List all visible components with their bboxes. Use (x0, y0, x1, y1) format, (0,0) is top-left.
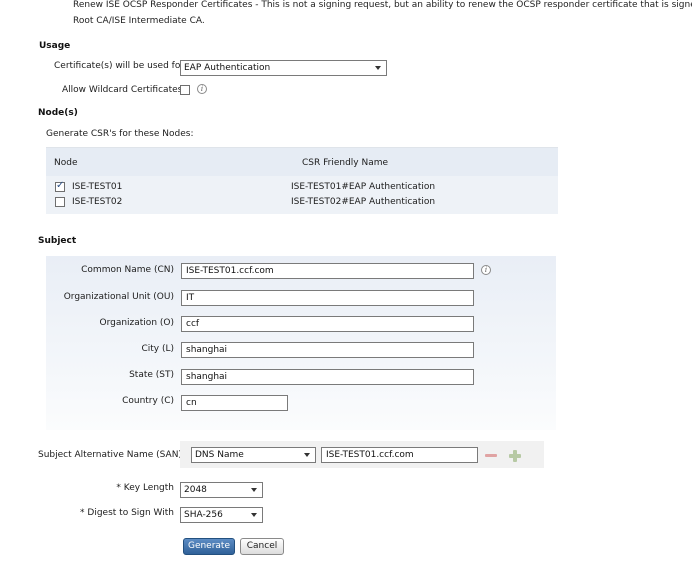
city-input[interactable]: shanghai (181, 342, 474, 358)
key-length-select[interactable]: 2048 (180, 482, 263, 498)
nodes-table: Node CSR Friendly Name ✓ ISE-TEST01 ISE-… (46, 147, 558, 214)
used-for-label: Certificate(s) will be used for (54, 61, 185, 71)
org-unit-label: Organizational Unit (OU) (63, 292, 174, 302)
intro-line-2: Root CA/ISE Intermediate CA. (73, 16, 205, 26)
intro-text: • Renew ISE OCSP Responder Certificates … (73, 0, 692, 29)
state-label: State (ST) (129, 370, 174, 380)
org-unit-input[interactable]: IT (181, 290, 474, 306)
san-label: Subject Alternative Name (SAN) (38, 450, 182, 460)
nodes-title: Node(s) (38, 108, 78, 118)
used-for-value: EAP Authentication (184, 63, 271, 73)
digest-select[interactable]: SHA-256 (180, 507, 263, 523)
checkmark-icon: ✓ (56, 180, 65, 191)
generate-button[interactable]: Generate (183, 538, 235, 555)
dropdown-arrow-icon (251, 513, 257, 517)
remove-san-icon[interactable] (485, 454, 497, 457)
dropdown-arrow-icon (251, 488, 257, 492)
intro-line-1: Renew ISE OCSP Responder Certificates - … (73, 0, 692, 10)
used-for-select[interactable]: EAP Authentication (180, 60, 387, 76)
add-san-icon[interactable] (509, 450, 521, 462)
common-name-label: Common Name (CN) (81, 265, 174, 275)
cancel-button[interactable]: Cancel (240, 538, 284, 555)
usage-title: Usage (39, 41, 71, 51)
organization-input[interactable]: ccf (181, 316, 474, 332)
san-type-select[interactable]: DNS Name (191, 447, 316, 463)
wildcard-checkbox[interactable] (180, 85, 190, 95)
organization-label: Organization (O) (99, 318, 174, 328)
country-label: Country (C) (122, 396, 174, 406)
subject-title: Subject (38, 236, 77, 246)
node-name: ISE-TEST02 (72, 197, 123, 207)
nodes-subtitle: Generate CSR's for these Nodes: (46, 129, 194, 139)
country-input[interactable]: cn (181, 395, 288, 411)
col-node-header: Node (54, 158, 78, 168)
state-input[interactable]: shanghai (181, 369, 474, 385)
wildcard-label: Allow Wildcard Certificates (62, 85, 183, 95)
digest-value: SHA-256 (184, 510, 223, 520)
node-checkbox-ise-test01[interactable]: ✓ (55, 180, 65, 192)
info-icon[interactable]: i (481, 265, 491, 275)
san-value-input[interactable]: ISE-TEST01.ccf.com (321, 447, 478, 463)
city-label: City (L) (141, 344, 174, 354)
col-csr-header: CSR Friendly Name (302, 158, 389, 168)
info-icon[interactable]: i (197, 84, 207, 94)
key-length-value: 2048 (184, 485, 207, 495)
node-checkbox-ise-test02[interactable] (55, 197, 65, 207)
csr-friendly-name: ISE-TEST01#EAP Authentication (291, 182, 436, 192)
node-name: ISE-TEST01 (72, 182, 123, 192)
dropdown-arrow-icon (375, 66, 381, 70)
csr-friendly-name: ISE-TEST02#EAP Authentication (291, 197, 436, 207)
dropdown-arrow-icon (304, 453, 310, 457)
common-name-input[interactable]: ISE-TEST01.ccf.com (181, 263, 474, 279)
san-type-value: DNS Name (195, 450, 244, 460)
key-length-label: * Key Length (116, 483, 174, 493)
digest-label: * Digest to Sign With (80, 508, 174, 518)
